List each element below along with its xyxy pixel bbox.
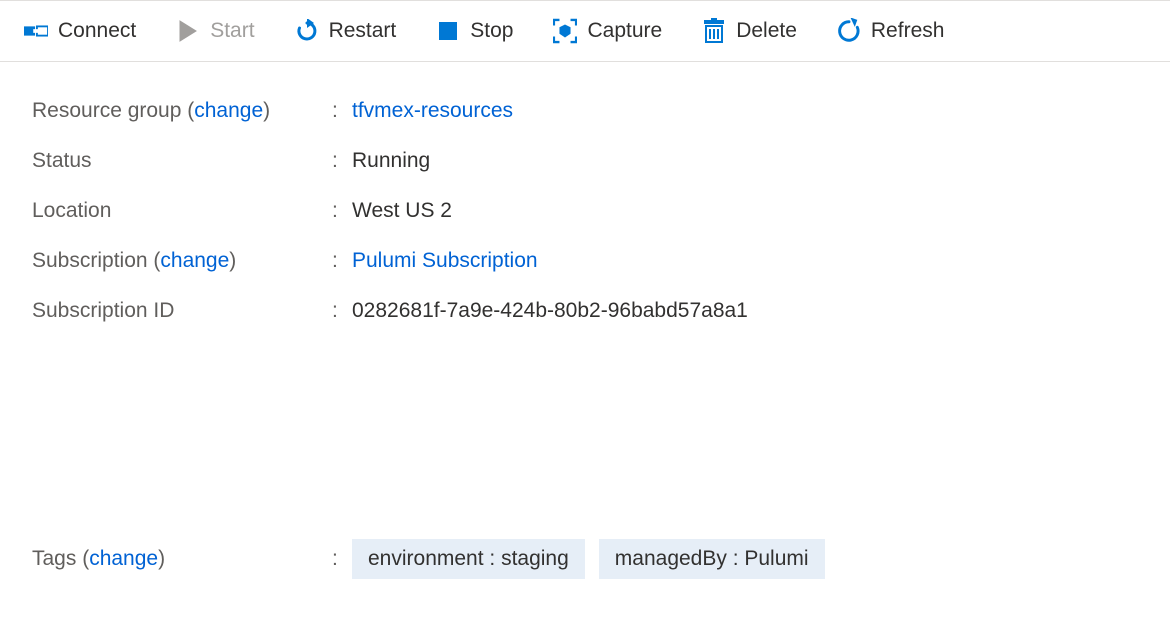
location-value: West US 2: [352, 199, 452, 223]
paren-close: ): [158, 547, 165, 571]
colon: :: [332, 149, 352, 173]
subscription-value[interactable]: Pulumi Subscription: [352, 249, 538, 273]
paren-close: ): [263, 99, 270, 123]
label-status: Status: [32, 149, 332, 173]
row-subscription: Subscription ( change ) : Pulumi Subscri…: [32, 236, 1138, 286]
tag-chip[interactable]: environment : staging: [352, 539, 585, 579]
tag-chip[interactable]: managedBy : Pulumi: [599, 539, 825, 579]
refresh-label: Refresh: [871, 19, 945, 43]
paren-close: ): [229, 249, 236, 273]
label-subscription-id: Subscription ID: [32, 299, 332, 323]
colon: :: [332, 299, 352, 323]
stop-label: Stop: [470, 19, 513, 43]
change-subscription-link[interactable]: change: [160, 249, 229, 273]
label-tags: Tags ( change ): [32, 547, 332, 571]
vm-toolbar: Connect Start Restart Stop: [0, 0, 1170, 62]
colon: :: [332, 199, 352, 223]
stop-button[interactable]: Stop: [436, 19, 513, 43]
change-tags-link[interactable]: change: [89, 547, 158, 571]
connect-label: Connect: [58, 19, 136, 43]
label-location: Location: [32, 199, 332, 223]
row-status: Status : Running: [32, 136, 1138, 186]
refresh-icon: [837, 19, 861, 43]
restart-button[interactable]: Restart: [295, 19, 397, 43]
colon: :: [332, 547, 352, 571]
restart-icon: [295, 19, 319, 43]
label-resource-group: Resource group ( change ): [32, 99, 332, 123]
tags-label-text: Tags: [32, 547, 76, 571]
paren-open: (: [76, 547, 89, 571]
start-button: Start: [176, 19, 254, 43]
vm-details: Resource group ( change ) : tfvmex-resou…: [0, 62, 1170, 592]
start-icon: [176, 19, 200, 43]
colon: :: [332, 99, 352, 123]
stop-icon: [436, 19, 460, 43]
paren-open: (: [181, 99, 194, 123]
connect-icon: [24, 19, 48, 43]
delete-label: Delete: [736, 19, 797, 43]
tags-container: environment : staging managedBy : Pulumi: [352, 539, 825, 579]
refresh-button[interactable]: Refresh: [837, 19, 945, 43]
subscription-id-value: 0282681f-7a9e-424b-80b2-96babd57a8a1: [352, 299, 748, 323]
subscription-label-text: Subscription: [32, 249, 148, 273]
capture-button[interactable]: Capture: [553, 19, 662, 43]
capture-label: Capture: [587, 19, 662, 43]
resource-group-label-text: Resource group: [32, 99, 181, 123]
colon: :: [332, 249, 352, 273]
row-tags: Tags ( change ) : environment : staging m…: [32, 526, 1138, 592]
delete-icon: [702, 19, 726, 43]
delete-button[interactable]: Delete: [702, 19, 797, 43]
capture-icon: [553, 19, 577, 43]
row-subscription-id: Subscription ID : 0282681f-7a9e-424b-80b…: [32, 286, 1138, 336]
connect-button[interactable]: Connect: [24, 19, 136, 43]
paren-open: (: [148, 249, 161, 273]
start-label: Start: [210, 19, 254, 43]
row-location: Location : West US 2: [32, 186, 1138, 236]
resource-group-value[interactable]: tfvmex-resources: [352, 99, 513, 123]
status-value: Running: [352, 149, 430, 173]
label-subscription: Subscription ( change ): [32, 249, 332, 273]
row-resource-group: Resource group ( change ) : tfvmex-resou…: [32, 86, 1138, 136]
restart-label: Restart: [329, 19, 397, 43]
change-resource-group-link[interactable]: change: [194, 99, 263, 123]
